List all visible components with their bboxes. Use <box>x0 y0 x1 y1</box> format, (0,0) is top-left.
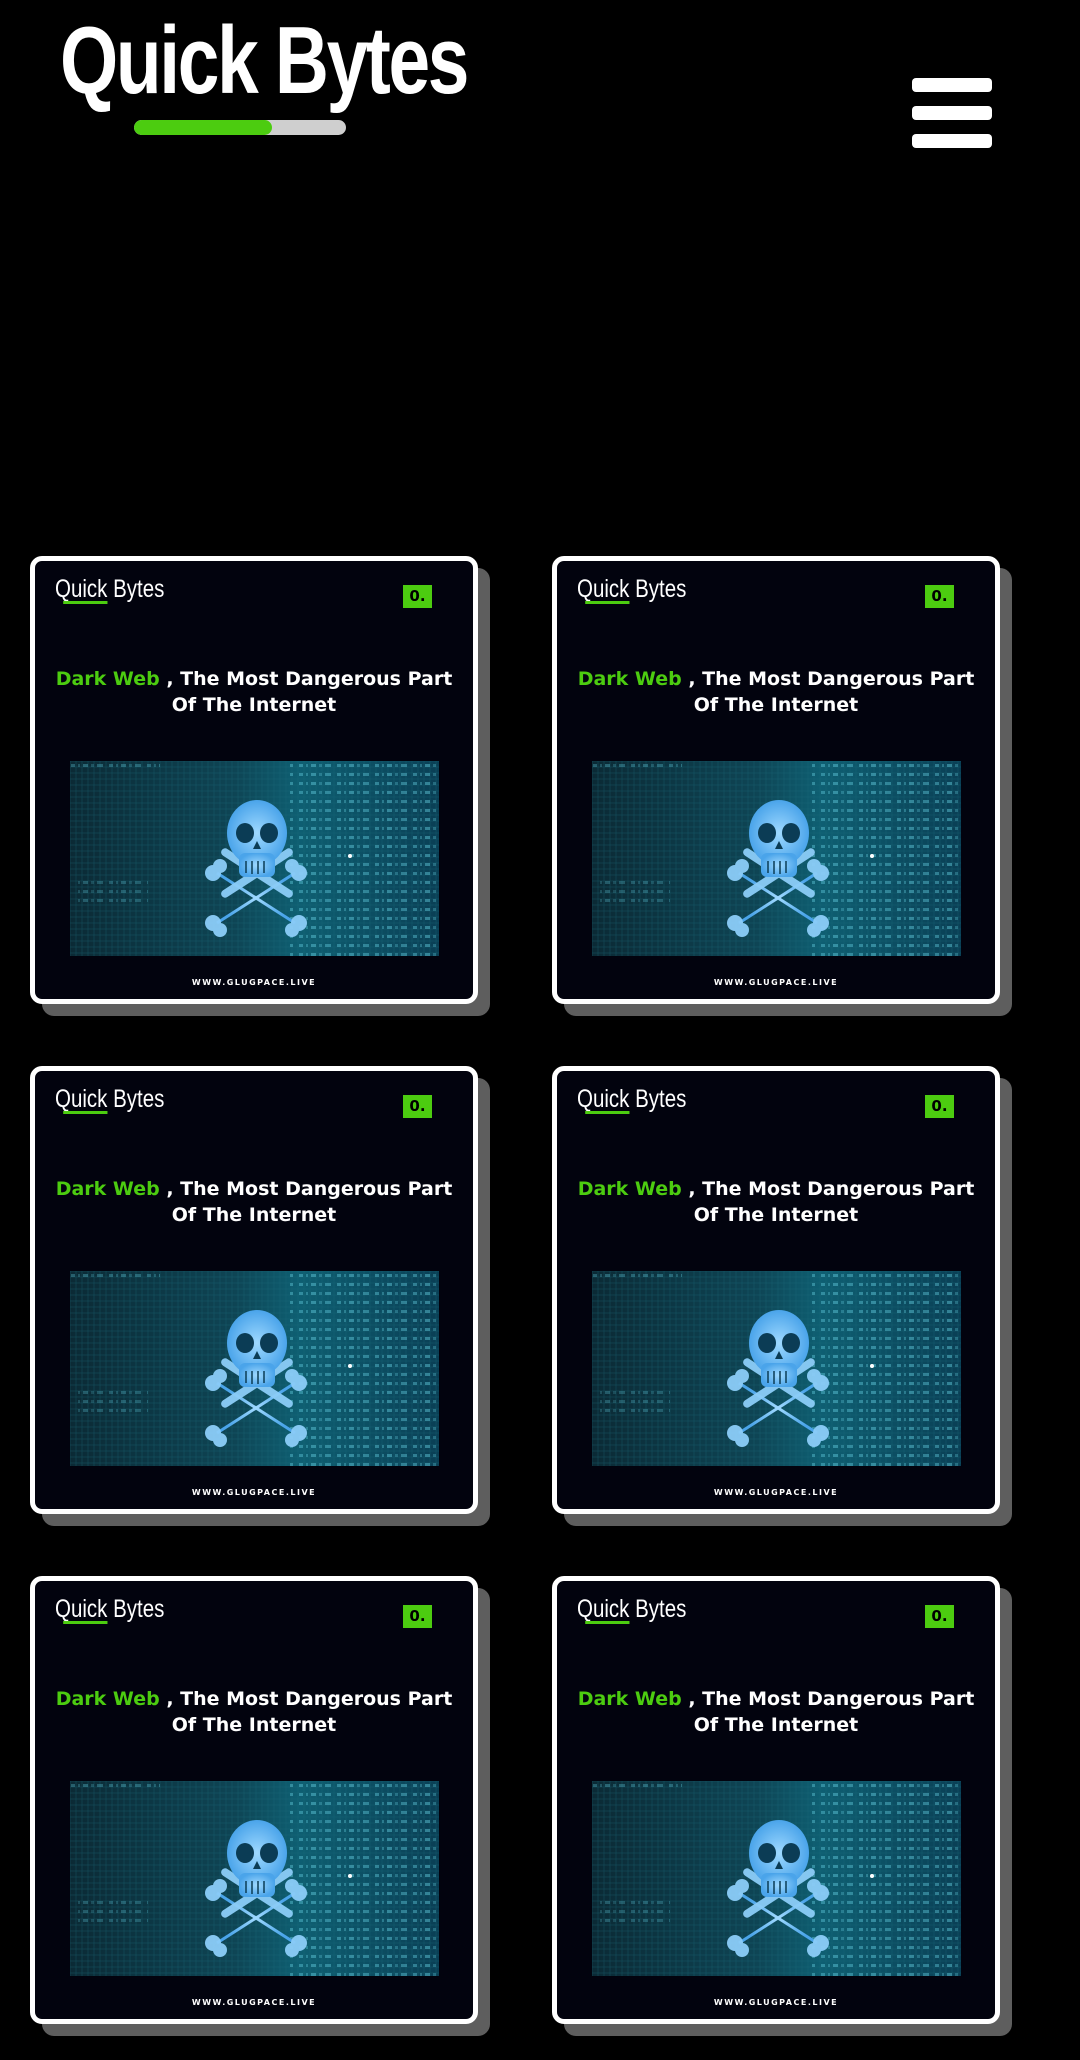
menu-bar-top <box>912 78 992 92</box>
card-headline: Dark Web , The Most Dangerous Part Of Th… <box>55 668 453 716</box>
card-number-badge: 0. <box>925 1605 954 1628</box>
card-headline: Dark Web , The Most Dangerous Part Of Th… <box>55 1178 453 1226</box>
post-card[interactable]: Quick Bytes 0. Dark Web , The Most Dange… <box>30 1576 478 2024</box>
post-card[interactable]: Quick Bytes 0. Dark Web , The Most Dange… <box>552 1066 1000 1514</box>
card-number-badge: 0. <box>925 585 954 608</box>
card-number-badge: 0. <box>403 585 432 608</box>
post-card[interactable]: Quick Bytes 0. Dark Web , The Most Dange… <box>30 556 478 1004</box>
menu-bar-middle <box>912 106 992 120</box>
reading-progress-fill <box>134 120 272 135</box>
card-headline: Dark Web , The Most Dangerous Part Of Th… <box>577 1178 975 1226</box>
card-number-badge: 0. <box>403 1605 432 1628</box>
menu-bar-bottom <box>912 134 992 148</box>
post-card[interactable]: Quick Bytes 0. Dark Web , The Most Dange… <box>552 556 1000 1004</box>
card-headline: Dark Web , The Most Dangerous Part Of Th… <box>577 668 975 716</box>
card-brand: Quick Bytes <box>577 575 687 603</box>
card-brand: Quick Bytes <box>55 1595 165 1623</box>
card-brand: Quick Bytes <box>55 1085 165 1113</box>
site-title: Quick Bytes <box>60 7 469 114</box>
skull-crossbones-icon <box>592 1781 961 1976</box>
reading-progress-bar <box>134 120 346 135</box>
card-headline: Dark Web , The Most Dangerous Part Of Th… <box>577 1688 975 1736</box>
skull-crossbones-icon <box>592 1271 961 1466</box>
post-card[interactable]: Quick Bytes 0. Dark Web , The Most Dange… <box>552 1576 1000 2024</box>
card-brand: Quick Bytes <box>55 575 165 603</box>
card-url: WWW.GLUGPACE.LIVE <box>713 1488 839 1497</box>
card-number-badge: 0. <box>925 1095 954 1118</box>
skull-crossbones-icon <box>70 761 439 956</box>
card-url: WWW.GLUGPACE.LIVE <box>191 1488 317 1497</box>
card-brand: Quick Bytes <box>577 1595 687 1623</box>
card-brand: Quick Bytes <box>577 1085 687 1113</box>
card-url: WWW.GLUGPACE.LIVE <box>191 1998 317 2007</box>
card-url: WWW.GLUGPACE.LIVE <box>713 1998 839 2007</box>
skull-crossbones-icon <box>70 1781 439 1976</box>
skull-crossbones-icon <box>70 1271 439 1466</box>
card-headline: Dark Web , The Most Dangerous Part Of Th… <box>55 1688 453 1736</box>
hamburger-menu-icon[interactable] <box>912 78 992 148</box>
card-number-badge: 0. <box>403 1095 432 1118</box>
post-card[interactable]: Quick Bytes 0. Dark Web , The Most Dange… <box>30 1066 478 1514</box>
card-url: WWW.GLUGPACE.LIVE <box>713 978 839 987</box>
card-url: WWW.GLUGPACE.LIVE <box>191 978 317 987</box>
skull-crossbones-icon <box>592 761 961 956</box>
